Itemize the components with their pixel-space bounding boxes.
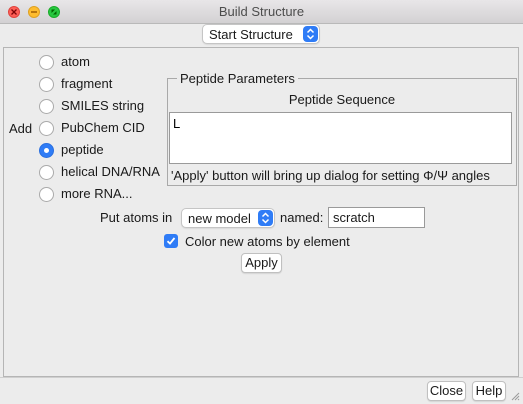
bottom-separator (0, 377, 523, 378)
radio-button-selected[interactable] (39, 143, 54, 158)
radio-label: fragment (61, 76, 113, 91)
radio-button[interactable] (39, 187, 54, 202)
peptide-parameters-title: Peptide Parameters (177, 71, 298, 86)
start-structure-menu-label: Start Structure (209, 27, 293, 42)
radio-label: peptide (61, 142, 104, 157)
help-button[interactable]: Help (472, 381, 506, 401)
updown-chevron-icon (258, 210, 273, 226)
radio-button[interactable] (39, 121, 54, 136)
model-menu[interactable]: new model (181, 208, 275, 228)
radio-label: more RNA... (61, 186, 133, 201)
radio-button[interactable] (39, 55, 54, 70)
model-menu-label: new model (188, 211, 251, 226)
radio-label: SMILES string (61, 98, 145, 113)
radio-button[interactable] (39, 99, 54, 114)
apply-button[interactable]: Apply (241, 253, 282, 273)
put-atoms-label: Put atoms in (100, 210, 173, 225)
color-by-element-checkbox[interactable] (164, 234, 178, 248)
radio-button[interactable] (39, 165, 54, 180)
color-by-element-label: Color new atoms by element (185, 234, 350, 249)
peptide-sequence-input[interactable]: L (169, 112, 512, 164)
radio-label: helical DNA/RNA (61, 164, 160, 179)
radio-button[interactable] (39, 77, 54, 92)
title-bar: Build Structure (0, 0, 523, 24)
radio-label: atom (61, 54, 90, 69)
add-label: Add (9, 121, 33, 136)
radio-label: PubChem CID (61, 120, 145, 135)
close-button[interactable]: Close (427, 381, 466, 401)
updown-chevron-icon (303, 26, 318, 42)
resize-grip-icon[interactable] (510, 391, 520, 401)
apply-hint-text: 'Apply' button will bring up dialog for … (171, 168, 490, 183)
start-structure-menu[interactable]: Start Structure (202, 24, 320, 44)
window-title: Build Structure (218, 4, 305, 19)
named-label: named: (280, 210, 324, 225)
peptide-sequence-header: Peptide Sequence (288, 92, 396, 107)
model-name-field[interactable]: scratch (328, 207, 425, 228)
